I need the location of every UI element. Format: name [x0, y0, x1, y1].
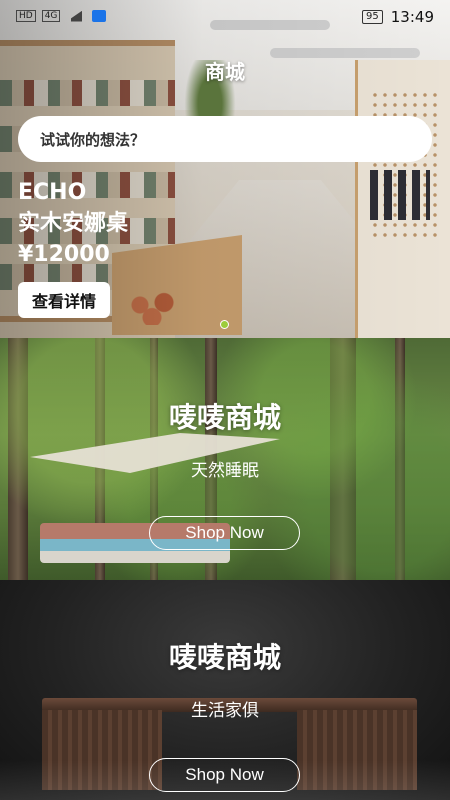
app-notification-icon — [92, 10, 107, 22]
product-promo: ECHO 实木安娜桌 ¥12000 查看详情 — [18, 178, 128, 318]
search-input[interactable]: 试试你的想法？ — [18, 116, 432, 162]
carousel-indicator[interactable] — [220, 320, 229, 329]
hd-indicator: HD — [16, 10, 36, 22]
clock: 13:49 — [390, 8, 434, 26]
page-title: 商城 — [205, 60, 245, 84]
product-brand: ECHO — [18, 180, 87, 205]
banner-title: 唛唛商城 — [168, 401, 281, 434]
product-price: ¥12000 — [18, 242, 110, 267]
battery-icon: 95 — [362, 10, 383, 24]
banner-title: 唛唛商城 — [168, 641, 281, 674]
shop-now-button[interactable]: Shop Now — [149, 516, 300, 550]
view-details-button[interactable]: 查看详情 — [18, 282, 111, 318]
shop-now-button[interactable]: Shop Now — [149, 758, 300, 792]
product-name: 实木安娜桌 — [18, 211, 129, 236]
sleep-banner[interactable]: 唛唛商城 天然睡眠 Shop Now — [0, 338, 450, 580]
network-indicator: 4G — [41, 10, 61, 22]
status-bar: HD 4G 95 13:49 — [0, 0, 450, 36]
signal-icon — [66, 10, 83, 22]
search-placeholder: 试试你的想法？ — [40, 130, 146, 149]
furniture-banner[interactable]: 唛唛商城 生活家俱 Shop Now — [0, 580, 450, 800]
banner-subtitle: 天然睡眠 — [191, 461, 259, 481]
banner-subtitle: 生活家俱 — [191, 701, 259, 721]
